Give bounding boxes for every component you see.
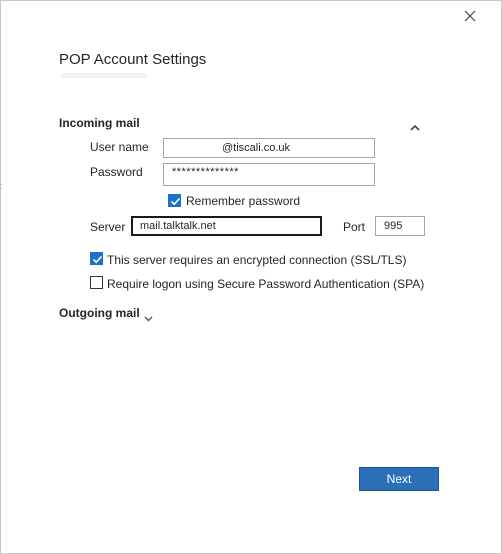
remember-password-label[interactable]: Remember password bbox=[186, 194, 300, 208]
close-button[interactable] bbox=[461, 7, 479, 25]
chevron-up-icon bbox=[410, 124, 420, 131]
collapse-incoming-toggle[interactable] bbox=[410, 119, 420, 131]
password-field[interactable]: ************** bbox=[163, 163, 375, 186]
ssl-tls-checkbox[interactable] bbox=[90, 252, 103, 265]
username-label: User name bbox=[90, 140, 149, 154]
server-field[interactable]: mail.talktalk.net bbox=[131, 216, 322, 236]
port-label: Port bbox=[343, 220, 366, 234]
spa-checkbox[interactable] bbox=[90, 276, 103, 289]
title-underline bbox=[61, 73, 147, 78]
ssl-tls-label[interactable]: This server requires an encrypted connec… bbox=[107, 253, 406, 267]
checkmark-icon bbox=[92, 255, 103, 264]
dialog-title: POP Account Settings bbox=[59, 51, 207, 68]
expand-outgoing-toggle[interactable] bbox=[144, 309, 153, 322]
password-value: ************** bbox=[172, 166, 239, 178]
checkmark-icon bbox=[170, 197, 181, 206]
edge-artifact: : bbox=[0, 182, 3, 191]
pop-account-settings-dialog: POP Account Settings Incoming mail User … bbox=[0, 0, 502, 554]
spa-label[interactable]: Require logon using Secure Password Auth… bbox=[107, 277, 424, 291]
port-value: 995 bbox=[384, 220, 403, 232]
username-field[interactable]: @tiscali.co.uk bbox=[163, 138, 375, 158]
server-value: mail.talktalk.net bbox=[140, 220, 216, 232]
remember-password-checkbox[interactable] bbox=[168, 194, 181, 207]
outgoing-mail-header[interactable]: Outgoing mail bbox=[59, 306, 140, 320]
port-field[interactable]: 995 bbox=[375, 216, 425, 236]
username-value: @tiscali.co.uk bbox=[222, 142, 291, 154]
close-icon bbox=[464, 10, 476, 22]
next-button[interactable]: Next bbox=[359, 467, 439, 491]
server-label: Server bbox=[90, 220, 126, 234]
password-label: Password bbox=[90, 165, 143, 179]
incoming-mail-header[interactable]: Incoming mail bbox=[59, 116, 140, 130]
chevron-down-icon bbox=[144, 316, 153, 322]
